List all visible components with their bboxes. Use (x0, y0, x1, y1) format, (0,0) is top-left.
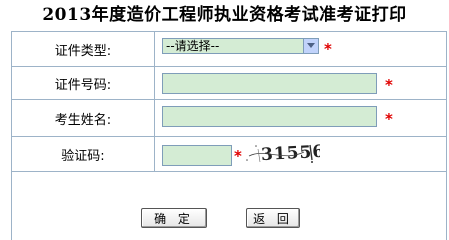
row-cert-number: 证件号码: * (12, 67, 446, 100)
row-cert-type: 证件类型: --请选择-- * (12, 32, 446, 67)
page-title: 2013年度造价工程师执业资格考试准考证打印 (42, 5, 407, 25)
back-button[interactable]: 返 回 (246, 208, 300, 228)
chevron-down-icon[interactable] (303, 39, 318, 53)
captcha-image[interactable]: 31556 (244, 140, 320, 166)
row-captcha: 验证码: * 31556 (12, 137, 446, 172)
row-name: 考生姓名: * (12, 100, 446, 137)
confirm-button[interactable]: 确 定 (141, 208, 207, 228)
cert-number-label: 证件号码: (12, 67, 155, 99)
captcha-label: 验证码: (12, 137, 155, 171)
cert-type-label: 证件类型: (12, 32, 155, 66)
required-mark: * (385, 110, 393, 128)
name-label: 考生姓名: (12, 100, 155, 136)
required-mark: * (324, 40, 332, 58)
captcha-input[interactable] (162, 145, 232, 166)
ticket-form: 证件类型: --请选择-- * 证件号码: * 考生姓名: * 验证码: * 3… (11, 31, 447, 240)
required-mark: * (234, 147, 242, 165)
cert-number-input[interactable] (162, 73, 377, 94)
cert-type-select[interactable]: --请选择-- (162, 38, 319, 54)
required-mark: * (385, 76, 393, 94)
name-input[interactable] (162, 106, 377, 127)
cert-type-selected: --请选择-- (166, 39, 220, 53)
